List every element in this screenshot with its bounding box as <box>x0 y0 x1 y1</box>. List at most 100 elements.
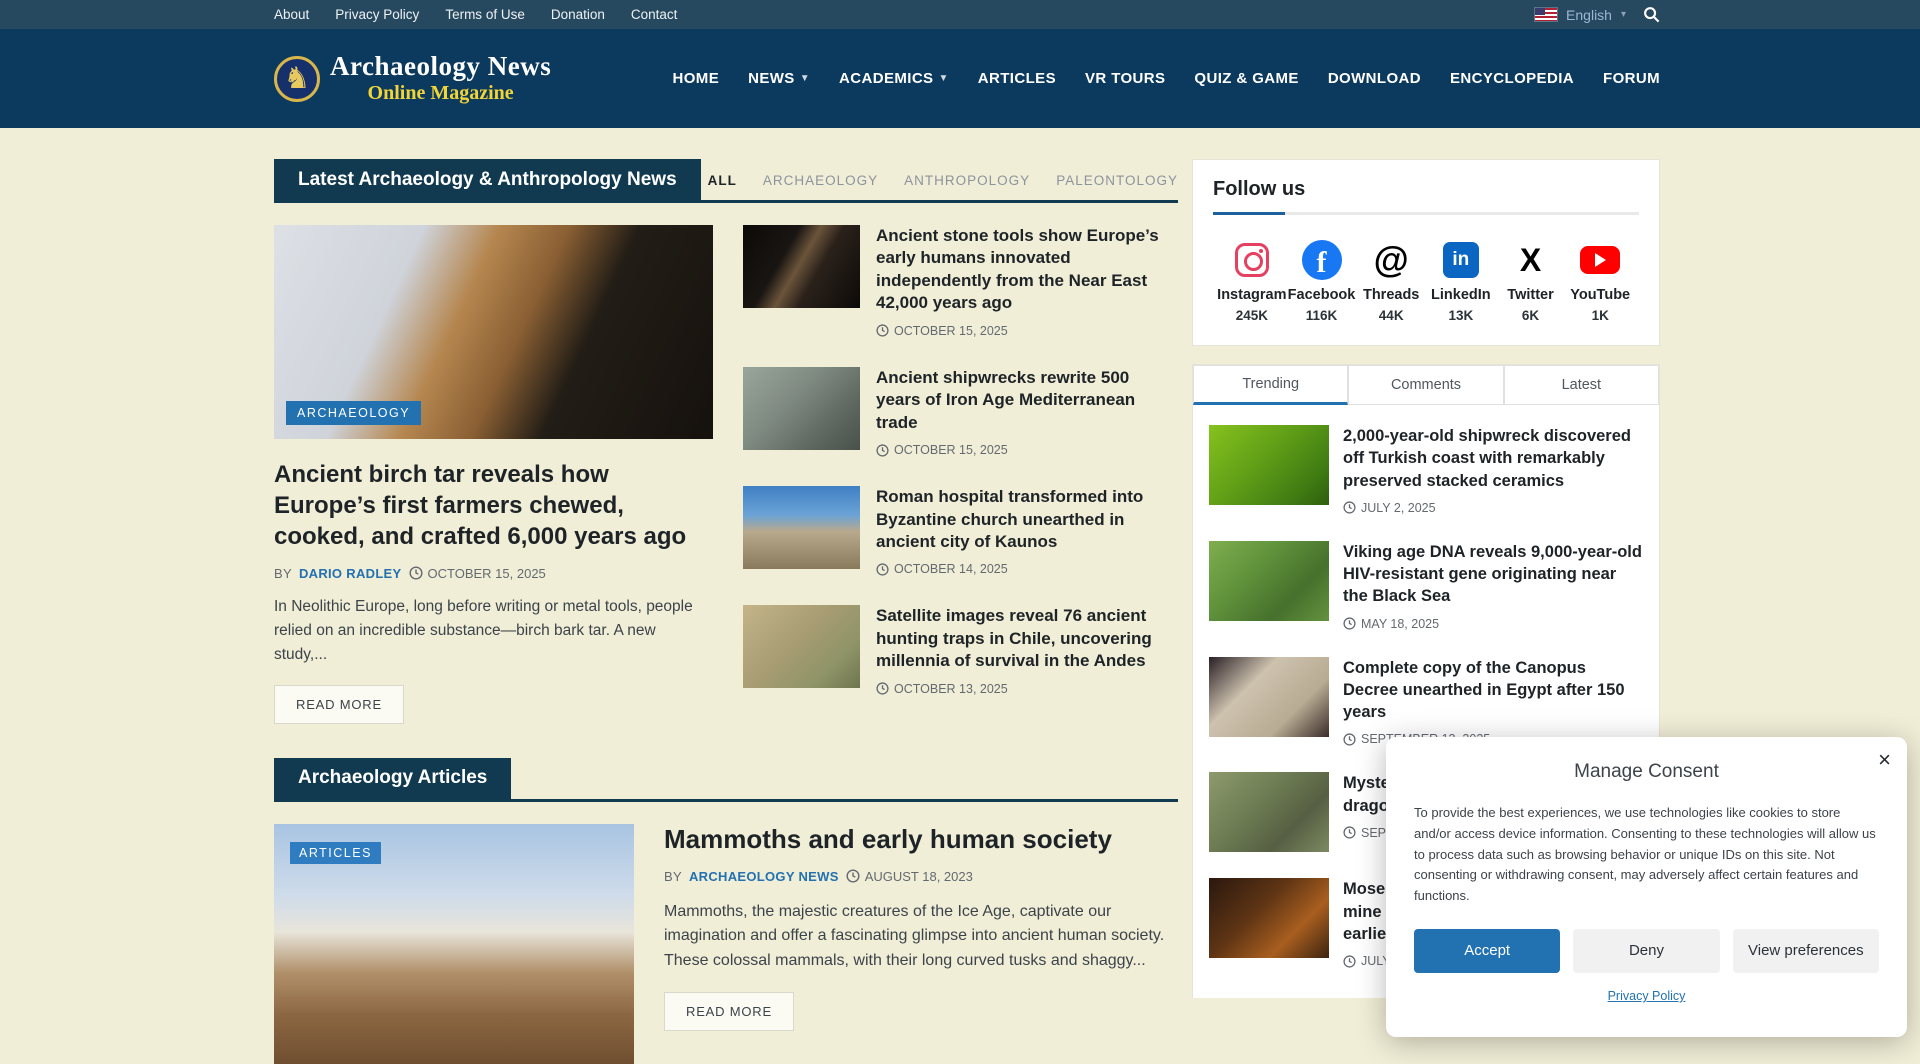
trending-item: Viking age DNA reveals 9,000-year-old HI… <box>1209 541 1643 631</box>
follow-us-title: Follow us <box>1213 178 1639 201</box>
clock-icon <box>1343 826 1356 839</box>
topbar-link-donation[interactable]: Donation <box>551 7 605 22</box>
trending-thumbnail[interactable] <box>1209 425 1329 505</box>
nav-vr-tours[interactable]: VR TOURS <box>1085 70 1165 87</box>
featured-article-image[interactable]: ARCHAEOLOGY <box>274 225 713 439</box>
news-item-thumbnail[interactable] <box>743 486 860 569</box>
cookie-dialog-title: Manage Consent <box>1414 761 1879 783</box>
topbar-link-about[interactable]: About <box>274 7 309 22</box>
youtube-icon <box>1580 246 1620 274</box>
search-icon <box>1643 6 1660 23</box>
search-button[interactable] <box>1643 6 1660 23</box>
site-header: ♞ Archaeology News Online Magazine HOME … <box>0 29 1920 128</box>
category-badge[interactable]: ARTICLES <box>290 842 381 864</box>
social-facebook[interactable]: f Facebook 116K <box>1287 239 1357 323</box>
topbar-links: About Privacy Policy Terms of Use Donati… <box>274 7 677 22</box>
trending-title[interactable]: Viking age DNA reveals 9,000-year-old HI… <box>1343 541 1643 608</box>
language-selector[interactable]: English <box>1566 7 1612 23</box>
category-badge[interactable]: ARCHAEOLOGY <box>286 401 421 425</box>
accept-button[interactable]: Accept <box>1414 929 1560 973</box>
social-linkedin[interactable]: in LinkedIn 13K <box>1426 239 1496 323</box>
clock-icon <box>409 566 423 580</box>
filter-paleontology[interactable]: PALEONTOLOGY <box>1056 173 1178 188</box>
news-item-title[interactable]: Roman hospital transformed into Byzantin… <box>876 486 1178 553</box>
trending-thumbnail[interactable] <box>1209 541 1329 621</box>
instagram-icon <box>1235 243 1269 277</box>
chevron-down-icon: ▼ <box>938 73 948 84</box>
news-item-title[interactable]: Ancient shipwrecks rewrite 500 years of … <box>876 367 1178 434</box>
read-more-button[interactable]: READ MORE <box>274 685 404 724</box>
logo-title: Archaeology News <box>330 52 551 82</box>
news-item-title[interactable]: Satellite images reveal 76 ancient hunti… <box>876 605 1178 672</box>
news-item-title[interactable]: Ancient stone tools show Europe’s early … <box>876 225 1178 315</box>
nav-academics[interactable]: ACADEMICS▼ <box>839 70 949 87</box>
privacy-policy-link[interactable]: Privacy Policy <box>1414 989 1879 1003</box>
news-item-thumbnail[interactable] <box>743 225 860 308</box>
threads-icon: @ <box>1374 242 1409 278</box>
nav-articles[interactable]: ARTICLES <box>978 70 1056 87</box>
filter-anthropology[interactable]: ANTHROPOLOGY <box>904 173 1030 188</box>
news-list-item: Roman hospital transformed into Byzantin… <box>743 486 1178 576</box>
trending-title[interactable]: Complete copy of the Canopus Decree unea… <box>1343 657 1643 724</box>
article-image[interactable]: ARTICLES <box>274 824 634 1064</box>
nav-forum[interactable]: FORUM <box>1603 70 1660 87</box>
follower-count: 44K <box>1379 308 1404 323</box>
trending-item: Complete copy of the Canopus Decree unea… <box>1209 657 1643 747</box>
trending-thumbnail[interactable] <box>1209 657 1329 737</box>
news-list-item: Satellite images reveal 76 ancient hunti… <box>743 605 1178 695</box>
clock-icon <box>846 869 860 883</box>
nav-news[interactable]: NEWS▼ <box>748 70 810 87</box>
follower-count: 116K <box>1306 308 1338 323</box>
article-card: ARTICLES Mammoths and early human societ… <box>274 824 1178 1064</box>
author-link[interactable]: ARCHAEOLOGY NEWS <box>689 869 839 884</box>
main-nav: HOME NEWS▼ ACADEMICS▼ ARTICLES VR TOURS … <box>673 70 1661 87</box>
clock-icon <box>1343 955 1356 968</box>
article-byline: BY ARCHAEOLOGY NEWS AUGUST 18, 2023 <box>664 869 1178 884</box>
clock-icon <box>876 563 889 576</box>
topbar-link-terms-of-use[interactable]: Terms of Use <box>445 7 525 22</box>
follower-count: 6K <box>1522 308 1539 323</box>
article-title[interactable]: Mammoths and early human society <box>664 824 1178 855</box>
facebook-icon: f <box>1302 240 1342 280</box>
articles-section-header: Archaeology Articles <box>274 758 1178 802</box>
social-instagram[interactable]: Instagram 245K <box>1217 239 1287 323</box>
close-icon[interactable]: × <box>1878 749 1891 771</box>
topbar-link-contact[interactable]: Contact <box>631 7 678 22</box>
social-twitter[interactable]: X Twitter 6K <box>1496 239 1566 323</box>
nav-download[interactable]: DOWNLOAD <box>1328 70 1421 87</box>
logo-emblem-icon: ♞ <box>274 56 320 102</box>
site-logo[interactable]: ♞ Archaeology News Online Magazine <box>274 52 551 106</box>
topbar-link-privacy-policy[interactable]: Privacy Policy <box>335 7 419 22</box>
read-more-button[interactable]: READ MORE <box>664 992 794 1031</box>
social-youtube[interactable]: YouTube 1K <box>1565 239 1635 323</box>
logo-subtitle: Online Magazine <box>368 81 514 105</box>
follower-count: 13K <box>1448 308 1473 323</box>
filter-archaeology[interactable]: ARCHAEOLOGY <box>763 173 878 188</box>
deny-button[interactable]: Deny <box>1573 929 1719 973</box>
nav-home[interactable]: HOME <box>673 70 720 87</box>
cookie-dialog-body: To provide the best experiences, we use … <box>1414 803 1879 907</box>
tab-latest[interactable]: Latest <box>1504 365 1659 405</box>
twitter-x-icon: X <box>1520 244 1541 276</box>
tab-comments[interactable]: Comments <box>1348 365 1503 405</box>
nav-quiz-game[interactable]: QUIZ & GAME <box>1194 70 1298 87</box>
clock-icon <box>876 444 889 457</box>
nav-encyclopedia[interactable]: ENCYCLOPEDIA <box>1450 70 1574 87</box>
trending-thumbnail[interactable] <box>1209 878 1329 958</box>
view-preferences-button[interactable]: View preferences <box>1733 929 1879 973</box>
trending-thumbnail[interactable] <box>1209 772 1329 852</box>
clock-icon <box>1343 617 1356 630</box>
trending-title[interactable]: 2,000-year-old shipwreck discovered off … <box>1343 425 1643 492</box>
social-threads[interactable]: @ Threads 44K <box>1356 239 1426 323</box>
clock-icon <box>1343 501 1356 514</box>
clock-icon <box>876 324 889 337</box>
featured-article-title[interactable]: Ancient birch tar reveals how Europe’s f… <box>274 459 713 553</box>
filter-all[interactable]: ALL <box>708 173 737 188</box>
news-list: Ancient stone tools show Europe’s early … <box>743 225 1178 724</box>
news-item-thumbnail[interactable] <box>743 605 860 688</box>
news-item-thumbnail[interactable] <box>743 367 860 450</box>
author-link[interactable]: DARIO RADLEY <box>299 566 402 581</box>
tab-trending[interactable]: Trending <box>1193 365 1348 405</box>
topbar: About Privacy Policy Terms of Use Donati… <box>0 0 1920 29</box>
language-caret-icon: ▾ <box>1621 9 1626 20</box>
